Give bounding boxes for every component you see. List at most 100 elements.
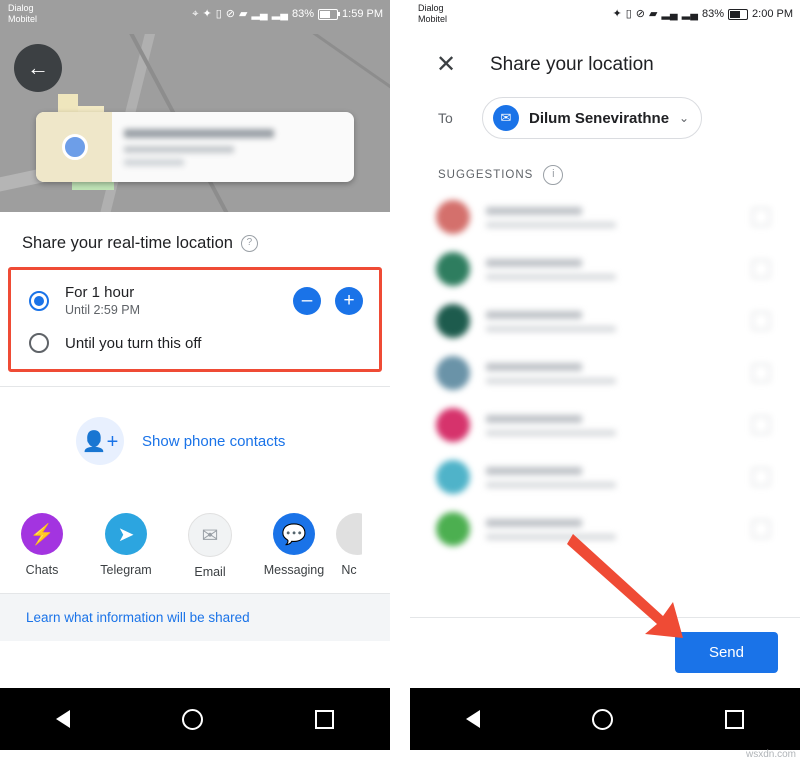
share-target-chats[interactable]: ⚡ Chats [0, 513, 84, 577]
avatar [436, 304, 470, 338]
select-checkbox[interactable] [752, 364, 770, 382]
share-target-label: Nc [341, 563, 357, 577]
nav-recents-icon[interactable] [315, 709, 334, 729]
more-apps-icon [336, 513, 362, 555]
alarm-off-icon: ⊘ [225, 7, 235, 20]
share-target-label: Chats [25, 563, 59, 577]
option-for-1-hour[interactable]: For 1 hour Until 2:59 PM – + [11, 270, 379, 327]
vibrate-icon: ▯ [215, 7, 222, 20]
avatar [436, 512, 470, 546]
left-nav-bar [0, 688, 390, 750]
left-status-bar: Dialog Mobitel ⌖ ✦ ▯ ⊘ ▰ ▂▄ ▂▄ 83% 1:59 … [0, 0, 390, 34]
right-phone-screenshot: Dialog Mobitel ✦ ▯ ⊘ ▰ ▂▄ ▂▄ 83% 2:00 PM… [410, 0, 800, 750]
avatar [436, 460, 470, 494]
nav-back-icon[interactable] [56, 710, 70, 728]
recipient-chip[interactable]: ✉ Dilum Senevirathne ⌄ [482, 97, 703, 139]
radio-for-1-hour[interactable] [29, 290, 49, 311]
vibrate-icon: ▯ [625, 7, 632, 20]
map-preview[interactable]: ← [0, 34, 390, 212]
signal-icon: ▂▄ [681, 7, 698, 20]
select-checkbox[interactable] [752, 260, 770, 278]
select-checkbox[interactable] [752, 416, 770, 434]
list-item[interactable] [410, 191, 800, 243]
send-button[interactable]: Send [674, 632, 778, 673]
battery-icon [318, 8, 341, 20]
avatar [436, 200, 470, 234]
messaging-icon: 💬 [273, 513, 315, 555]
back-arrow-icon[interactable]: ← [14, 44, 62, 92]
clock: 1:59 PM [342, 8, 383, 20]
mail-avatar-icon: ✉ [493, 105, 519, 131]
info-icon[interactable]: i [543, 165, 564, 185]
location-card[interactable] [36, 112, 354, 182]
show-phone-contacts-label: Show phone contacts [142, 432, 286, 450]
recipient-row: To ✉ Dilum Senevirathne ⌄ [410, 93, 800, 151]
wifi-icon: ▰ [649, 7, 658, 20]
list-item[interactable] [410, 295, 800, 347]
page-title: Share your location [490, 53, 654, 75]
option-label: Until you turn this off [65, 334, 202, 352]
avatar [436, 356, 470, 390]
select-checkbox[interactable] [752, 468, 770, 486]
nav-recents-icon[interactable] [725, 709, 744, 729]
nav-back-icon[interactable] [466, 710, 480, 728]
list-item[interactable] [410, 243, 800, 295]
suggestions-header: SUGGESTIONS i [410, 151, 800, 191]
share-target-telegram[interactable]: ➤ Telegram [84, 513, 168, 577]
radio-until-off[interactable] [29, 333, 49, 353]
increase-duration-button[interactable]: + [335, 286, 363, 315]
list-item[interactable] [410, 347, 800, 399]
battery-icon [728, 8, 751, 20]
alarm-off-icon: ⊘ [635, 7, 645, 20]
share-target-email[interactable]: ✉ Email [168, 513, 252, 579]
share-apps-row: ⚡ Chats ➤ Telegram ✉ Email 💬 Messaging N… [0, 495, 390, 579]
clock: 2:00 PM [752, 8, 793, 20]
watermark: wsxdn.com [745, 749, 796, 760]
nav-home-icon[interactable] [592, 708, 613, 730]
screenshot-root: Dialog Mobitel ⌖ ✦ ▯ ⊘ ▰ ▂▄ ▂▄ 83% 1:59 … [0, 0, 800, 762]
share-target-label: Messaging [263, 563, 325, 577]
list-item[interactable] [410, 503, 800, 555]
page-title: Share your real-time location ? [0, 212, 390, 267]
avatar [436, 408, 470, 442]
right-status-bar: Dialog Mobitel ✦ ▯ ⊘ ▰ ▂▄ ▂▄ 83% 2:00 PM [410, 0, 800, 34]
help-icon[interactable]: ? [240, 235, 258, 252]
telegram-icon: ➤ [105, 513, 147, 555]
list-item[interactable] [410, 399, 800, 451]
duration-options-highlight: For 1 hour Until 2:59 PM – + Until you t… [8, 267, 382, 372]
learn-more-link[interactable]: Learn what information will be shared [0, 593, 390, 641]
list-item[interactable] [410, 451, 800, 503]
avatar [436, 252, 470, 286]
battery-percent: 83% [702, 8, 725, 20]
close-icon[interactable]: ✕ [436, 50, 464, 79]
share-target-label: Email [194, 565, 226, 579]
option-sublabel: Until 2:59 PM [65, 303, 141, 317]
signal-icon: ▂▄ [271, 7, 288, 20]
share-target-label: Telegram [100, 563, 152, 577]
left-phone-screenshot: Dialog Mobitel ⌖ ✦ ▯ ⊘ ▰ ▂▄ ▂▄ 83% 1:59 … [0, 0, 390, 750]
show-phone-contacts-button[interactable]: 👤+ Show phone contacts [0, 387, 390, 495]
carrier-label: Dialog Mobitel [418, 3, 448, 24]
bluetooth-icon: ✦ [612, 7, 622, 20]
send-bar: Send [410, 617, 800, 688]
map-thumbnail [36, 112, 112, 182]
battery-percent: 83% [292, 8, 315, 20]
person-add-icon: 👤+ [76, 417, 124, 465]
decrease-duration-button[interactable]: – [293, 286, 321, 315]
carrier-label: Dialog Mobitel [8, 3, 38, 24]
signal-icon: ▂▄ [251, 7, 268, 20]
nav-home-icon[interactable] [182, 708, 203, 730]
email-icon: ✉ [188, 513, 232, 557]
suggestions-list [410, 191, 800, 555]
select-checkbox[interactable] [752, 208, 770, 226]
option-until-off[interactable]: Until you turn this off [11, 327, 379, 369]
select-checkbox[interactable] [752, 520, 770, 538]
chevron-down-icon[interactable]: ⌄ [679, 111, 689, 125]
share-target-messaging[interactable]: 💬 Messaging [252, 513, 336, 577]
share-location-header: ✕ Share your location [410, 34, 800, 93]
to-label: To [438, 110, 453, 126]
share-target-more[interactable]: Nc [336, 513, 362, 577]
select-checkbox[interactable] [752, 312, 770, 330]
option-label: For 1 hour [65, 284, 135, 301]
location-pin-icon [62, 134, 88, 160]
